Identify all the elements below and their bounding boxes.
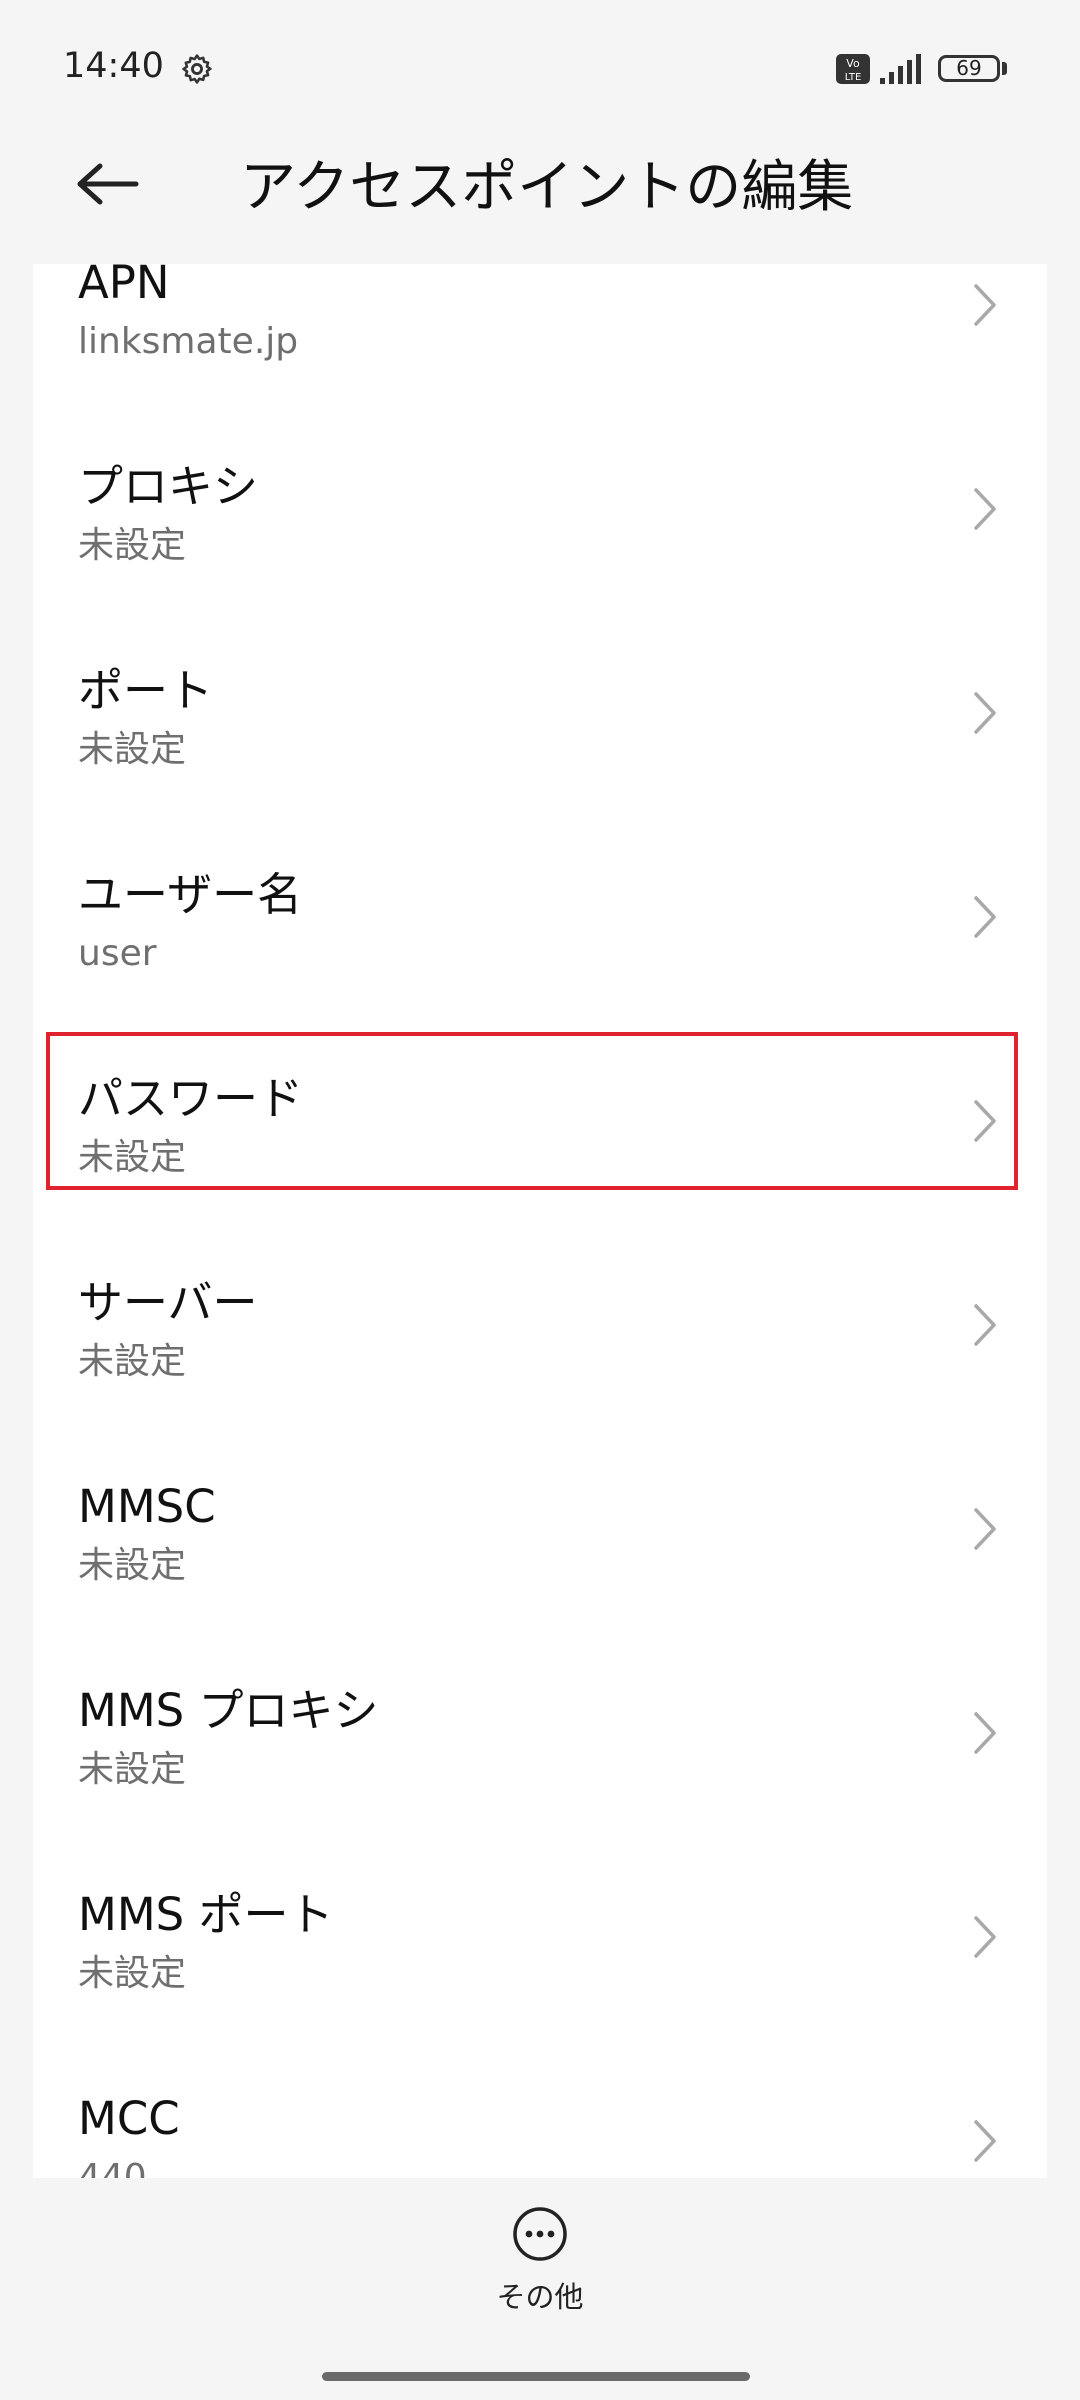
list-item-mmsc[interactable]: MMSC 未設定 [33,1427,1047,1631]
item-value: 未設定 [78,1545,187,1586]
chevron-right-icon [974,896,996,938]
item-title: サーバー [78,1276,258,1329]
chevron-right-icon [974,2120,996,2162]
chevron-right-icon [974,1712,996,1754]
more-options-icon [513,2207,567,2261]
list-item-port[interactable]: ポート 未設定 [33,611,1047,815]
list-item-mms-proxy[interactable]: MMS プロキシ 未設定 [33,1631,1047,1835]
page-title: アクセスポイントの編集 [240,155,854,220]
volte-icon: Vo LTE [836,54,870,84]
item-title: MMS プロキシ [78,1684,379,1737]
item-title: MMS ポート [78,1888,334,1941]
item-value: linksmate.jp [78,321,299,362]
list-item-mcc[interactable]: MCC 440 [33,2039,1047,2178]
item-title: ユーザー名 [78,868,303,921]
item-value: 未設定 [78,1953,187,1994]
chevron-right-icon [974,1304,996,1346]
item-title: APN [78,264,170,309]
list-item-server[interactable]: サーバー 未設定 [33,1223,1047,1427]
chevron-right-icon [974,692,996,734]
chevron-right-icon [974,1100,996,1142]
signal-icon [880,54,921,84]
list-item-password[interactable]: パスワード 未設定 [33,1019,1047,1223]
item-title: パスワード [78,1072,304,1125]
item-value: 未設定 [78,1749,187,1790]
more-button[interactable]: その他 [490,2196,590,2316]
navigation-handle[interactable] [322,2372,750,2381]
chevron-right-icon [974,284,996,326]
list-item-proxy[interactable]: プロキシ 未設定 [33,407,1047,611]
list-item-apn[interactable]: APN linksmate.jp [33,264,1047,407]
more-label: その他 [496,2280,584,2314]
battery-icon: 69 [938,55,1000,82]
item-title: MMSC [78,1480,216,1533]
item-value: 440 [78,2157,147,2178]
svg-text:Vo: Vo [846,57,860,70]
item-title: プロキシ [78,460,259,513]
status-bar: 14:40 Vo LTE 69 [0,0,1080,140]
chevron-right-icon [974,1916,996,1958]
item-value: user [78,933,157,974]
item-value: 未設定 [78,1137,187,1178]
item-title: MCC [78,2092,180,2145]
item-title: ポート [78,664,214,717]
list-item-mms-port[interactable]: MMS ポート 未設定 [33,1835,1047,2039]
status-time: 14:40 [63,46,164,86]
list-item-username[interactable]: ユーザー名 user [33,815,1047,1019]
battery-cap [1002,62,1007,75]
gear-icon [182,54,212,84]
item-value: 未設定 [78,525,187,566]
back-arrow-icon[interactable] [74,160,140,208]
battery-level: 69 [956,56,982,80]
svg-text:LTE: LTE [845,72,862,83]
chevron-right-icon [974,1508,996,1550]
item-value: 未設定 [78,729,187,770]
chevron-right-icon [974,488,996,530]
settings-list: APN linksmate.jp プロキシ 未設定 ポート 未設定 ユーザー名 … [33,264,1047,2178]
item-value: 未設定 [78,1341,187,1382]
